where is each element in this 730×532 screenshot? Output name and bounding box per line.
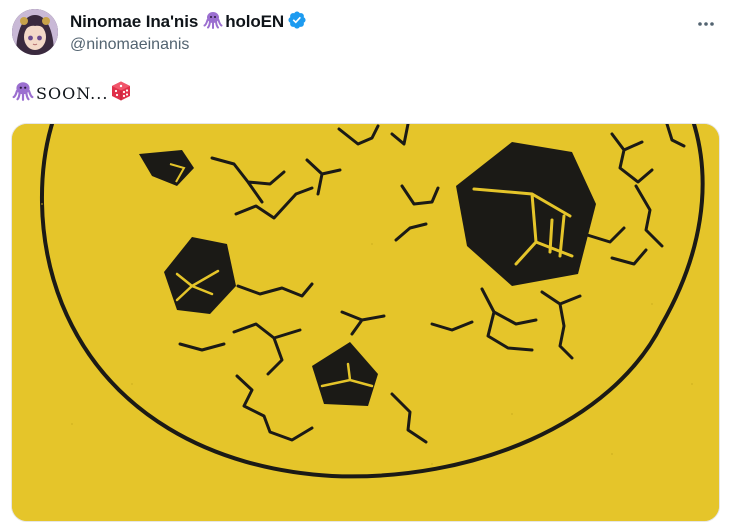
- octopus-icon: [203, 10, 223, 35]
- author-handle[interactable]: @ninomaeinanis: [70, 36, 670, 54]
- tweet-header: Ninomae Ina'nis holoEN @ninomaeinanis: [70, 10, 670, 54]
- tweet-text: SOON...: [12, 80, 132, 107]
- more-options-button[interactable]: [694, 12, 718, 36]
- cracked-cookie-illustration: [12, 124, 719, 521]
- game-die-icon: [110, 80, 132, 107]
- octopus-icon: [12, 80, 34, 107]
- avatar[interactable]: [12, 9, 58, 55]
- tweet-body-text: SOON...: [36, 84, 109, 103]
- more-horizontal-icon: [698, 22, 714, 26]
- verified-badge-icon[interactable]: [287, 10, 307, 35]
- avatar-image: [12, 9, 58, 55]
- tweet-media-image[interactable]: [11, 123, 720, 522]
- author-affiliation[interactable]: holoEN: [225, 12, 284, 32]
- author-name-row: Ninomae Ina'nis holoEN: [70, 10, 670, 35]
- author-display-name[interactable]: Ninomae Ina'nis: [70, 12, 198, 32]
